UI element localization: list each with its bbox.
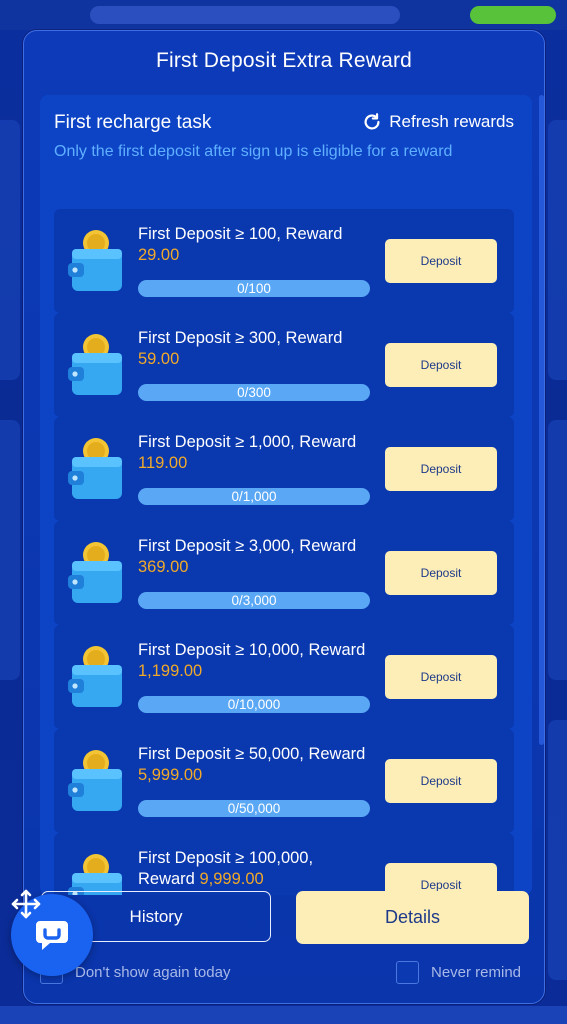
never-remind-checkbox[interactable]: Never remind xyxy=(396,961,521,984)
task-progress-bar: 0/300 xyxy=(138,384,370,401)
task-card: First Deposit ≥ 300, Reward 59.00 0/300 … xyxy=(54,313,514,417)
wallet-coin-icon xyxy=(68,334,122,395)
task-title: First Deposit ≥ 3,000, Reward 369.00 xyxy=(138,536,374,578)
deposit-button[interactable]: Deposit xyxy=(385,239,497,283)
dont-show-today-label: Don't show again today xyxy=(75,964,231,981)
wallet-coin-icon xyxy=(68,750,122,811)
task-title: First Deposit ≥ 100, Reward 29.00 xyxy=(138,224,374,266)
task-condition-text: First Deposit ≥ 100, Reward xyxy=(138,225,343,243)
wallet-coin-icon xyxy=(68,542,122,603)
refresh-rewards-button[interactable]: Refresh rewards xyxy=(361,111,514,133)
wallet-coin-icon xyxy=(68,646,122,707)
deposit-button[interactable]: Deposit xyxy=(385,343,497,387)
task-progress-bar: 0/50,000 xyxy=(138,800,370,817)
task-progress-text: 0/100 xyxy=(237,281,271,296)
task-progress-bar: 0/1,000 xyxy=(138,488,370,505)
background-tile xyxy=(548,120,567,380)
background-tile xyxy=(548,720,567,980)
refresh-rewards-label: Refresh rewards xyxy=(389,112,514,131)
checkbox-box[interactable] xyxy=(396,961,419,984)
eligibility-note: Only the first deposit after sign up is … xyxy=(54,143,453,160)
task-condition-text: First Deposit ≥ 300, Reward xyxy=(138,329,343,347)
deposit-button[interactable]: Deposit xyxy=(385,551,497,595)
task-reward-amount: 1,199.00 xyxy=(138,662,203,680)
task-progress-text: 0/10,000 xyxy=(227,697,281,712)
details-button[interactable]: Details xyxy=(296,891,529,944)
first-deposit-reward-modal: First Deposit Extra Reward First recharg… xyxy=(23,30,545,1004)
background-tile xyxy=(0,420,20,680)
task-reward-amount: 119.00 xyxy=(138,454,188,472)
wallet-coin-icon xyxy=(68,854,122,895)
task-condition-text: First Deposit ≥ 50,000, Reward xyxy=(138,745,366,763)
task-card: First Deposit ≥ 3,000, Reward 369.00 0/3… xyxy=(54,521,514,625)
refresh-icon xyxy=(364,113,380,130)
task-reward-amount: 29.00 xyxy=(138,246,180,264)
modal-title: First Deposit Extra Reward xyxy=(155,49,413,72)
task-card: First Deposit ≥ 1,000, Reward 119.00 0/1… xyxy=(54,417,514,521)
task-list-scrollbar[interactable] xyxy=(539,95,544,745)
background-search-bar xyxy=(90,6,400,24)
task-progress-text: 0/3,000 xyxy=(231,593,277,608)
task-title: First Deposit ≥ 100,000, Reward 9,999.00 xyxy=(138,848,374,890)
task-reward-amount: 59.00 xyxy=(138,350,180,368)
wallet-coin-icon xyxy=(68,438,122,499)
task-title: First Deposit ≥ 300, Reward 59.00 xyxy=(138,328,374,370)
background-bottom-nav xyxy=(0,1006,567,1024)
deposit-button[interactable]: Deposit xyxy=(385,759,497,803)
task-reward-amount: 369.00 xyxy=(138,558,189,576)
recharge-task-panel[interactable]: First recharge task Refresh rewards Only… xyxy=(40,95,532,895)
task-card: First Deposit ≥ 10,000, Reward 1,199.00 … xyxy=(54,625,514,729)
task-card: First Deposit ≥ 100,000, Reward 9,999.00… xyxy=(54,833,514,895)
background-green-button xyxy=(470,6,556,24)
task-progress-text: 0/1,000 xyxy=(231,489,277,504)
task-progress-bar: 0/10,000 xyxy=(138,696,370,713)
deposit-button[interactable]: Deposit xyxy=(385,447,497,491)
background-tile xyxy=(0,120,20,380)
task-condition-text: First Deposit ≥ 10,000, Reward xyxy=(138,641,366,659)
task-condition-text: First Deposit ≥ 1,000, Reward xyxy=(138,433,357,451)
task-progress-bar: 0/100 xyxy=(138,280,370,297)
never-remind-label: Never remind xyxy=(431,964,522,981)
task-progress-text: 0/50,000 xyxy=(227,801,281,816)
task-title: First Deposit ≥ 50,000, Reward 5,999.00 xyxy=(138,744,374,786)
chat-bubble-icon xyxy=(36,921,68,950)
task-condition-text: First Deposit ≥ 3,000, Reward xyxy=(138,537,357,555)
task-reward-amount: 9,999.00 xyxy=(199,870,264,888)
task-title: First Deposit ≥ 10,000, Reward 1,199.00 xyxy=(138,640,374,682)
background-tile xyxy=(548,420,567,680)
task-progress-text: 0/300 xyxy=(237,385,271,400)
task-card: First Deposit ≥ 100, Reward 29.00 0/100 … xyxy=(54,209,514,313)
task-progress-bar: 0/3,000 xyxy=(138,592,370,609)
deposit-button[interactable]: Deposit xyxy=(385,655,497,699)
panel-title: First recharge task xyxy=(54,112,212,133)
task-title: First Deposit ≥ 1,000, Reward 119.00 xyxy=(138,432,374,474)
wallet-coin-icon xyxy=(68,230,122,291)
task-card: First Deposit ≥ 50,000, Reward 5,999.00 … xyxy=(54,729,514,833)
move-arrows-icon[interactable] xyxy=(10,888,42,920)
task-reward-amount: 5,999.00 xyxy=(138,766,203,784)
